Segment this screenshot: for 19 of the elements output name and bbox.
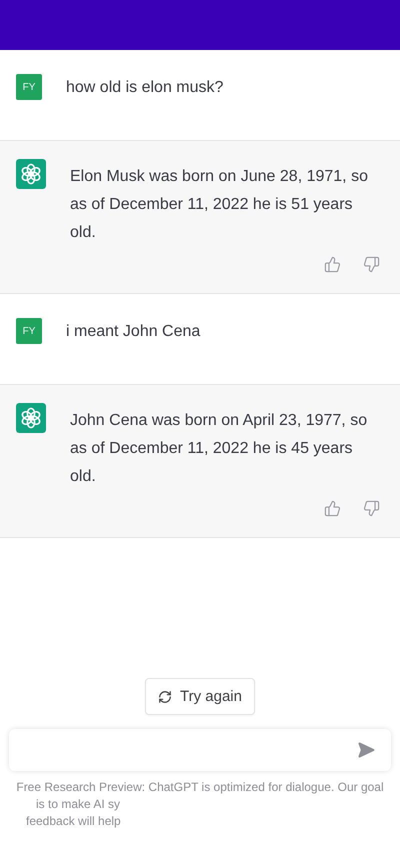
message-text: i meant John Cena	[66, 322, 202, 342]
user-avatar: FY	[16, 318, 42, 344]
thumbs-up-icon[interactable]	[324, 500, 341, 517]
message-input[interactable]	[9, 729, 391, 771]
send-icon[interactable]	[357, 741, 375, 759]
disclaimer-text: is to make AI sy	[36, 796, 120, 813]
try-again-button[interactable]: Try again	[145, 678, 255, 715]
thumbs-down-icon[interactable]	[363, 500, 380, 517]
assistant-logo-icon	[16, 159, 46, 189]
disclaimer-text: feedback will help	[26, 813, 121, 830]
disclaimer-text: Free Research Preview: ChatGPT is optimized for dialogue. Our goal	[16, 779, 384, 796]
user-avatar: FY	[16, 74, 42, 100]
refresh-icon	[158, 690, 172, 704]
message-text: Elon Musk was born on June 28, 1971, so as of December 11, 2022 he is 51 years old.	[70, 167, 369, 243]
message-text: John Cena was born on April 23, 1977, so as of December 11, 2022 he is 45 years old.	[70, 411, 368, 487]
thumbs-down-icon[interactable]	[363, 256, 380, 273]
message-text: how old is elon musk?	[66, 78, 224, 98]
assistant-logo-icon	[16, 403, 46, 433]
thumbs-up-icon[interactable]	[324, 256, 341, 273]
